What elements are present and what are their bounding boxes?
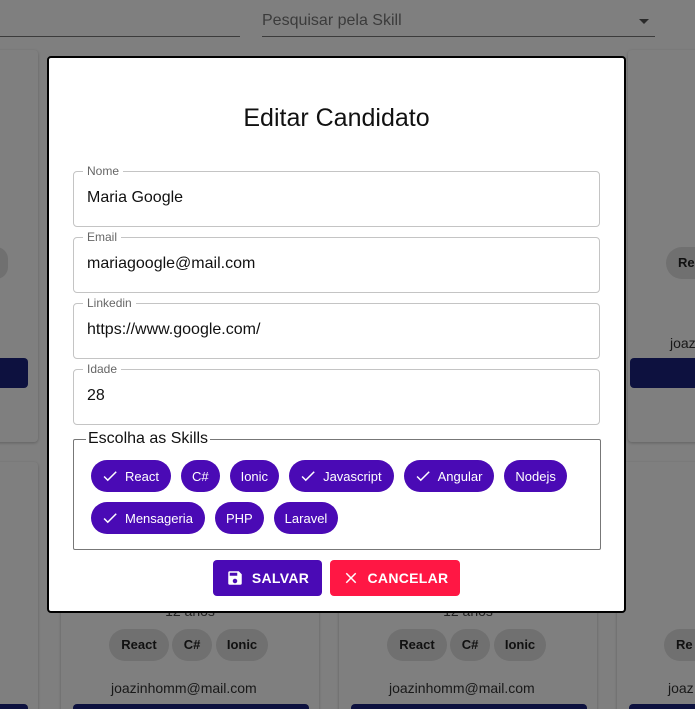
check-icon bbox=[416, 471, 430, 482]
skill-chip-c-[interactable]: C# bbox=[180, 460, 220, 492]
skills-legend: Escolha as Skills bbox=[86, 430, 211, 448]
email-field-label: Email bbox=[83, 230, 122, 244]
skills-chip-group: React C# Ionic Javascript Angular Nodejs Mensa… bbox=[91, 460, 591, 534]
name-field-label: Nome bbox=[83, 164, 124, 178]
edit-candidate-dialog: Editar Candidato Nome Email Linkedin Ida… bbox=[47, 56, 626, 613]
check-icon bbox=[301, 471, 315, 482]
skill-chip-label: Ionic bbox=[240, 468, 269, 484]
skill-chip-php[interactable]: PHP bbox=[214, 502, 264, 534]
linkedin-field[interactable]: Linkedin bbox=[73, 296, 600, 359]
skill-chip-react[interactable]: React bbox=[91, 460, 171, 492]
age-input[interactable] bbox=[87, 387, 587, 405]
skill-chip-label: React bbox=[125, 468, 159, 484]
skill-chip-label: Nodejs bbox=[515, 468, 556, 484]
age-field[interactable]: Idade bbox=[73, 362, 600, 425]
name-field[interactable]: Nome bbox=[73, 164, 600, 227]
linkedin-field-label: Linkedin bbox=[83, 296, 136, 310]
skill-chip-label: PHP bbox=[225, 510, 253, 526]
skills-fieldset: Escolha as Skills React C# Ionic Javascript… bbox=[73, 430, 601, 550]
close-icon bbox=[345, 572, 356, 584]
skill-chip-laravel[interactable]: Laravel bbox=[273, 502, 339, 534]
skill-chip-label: Mensageria bbox=[125, 510, 193, 526]
cancel-button[interactable]: CANCELAR bbox=[330, 560, 460, 596]
check-icon bbox=[103, 471, 117, 482]
save-icon bbox=[228, 571, 242, 585]
skill-chip-ionic[interactable]: Ionic bbox=[229, 460, 280, 492]
linkedin-input[interactable] bbox=[87, 321, 587, 339]
name-input[interactable] bbox=[87, 189, 587, 207]
save-button[interactable]: SALVAR bbox=[213, 560, 322, 596]
skill-chip-nodejs[interactable]: Nodejs bbox=[504, 460, 567, 492]
email-field[interactable]: Email bbox=[73, 230, 600, 293]
dialog-title: Editar Candidato bbox=[243, 104, 430, 132]
check-icon bbox=[103, 513, 117, 524]
skill-chip-label: Laravel bbox=[284, 510, 328, 526]
skill-chip-label: Javascript bbox=[323, 468, 382, 484]
email-input[interactable] bbox=[87, 255, 587, 273]
skill-chip-label: C# bbox=[191, 468, 209, 484]
skill-chip-angular[interactable]: Angular bbox=[403, 460, 495, 492]
cancel-button-label: CANCELAR bbox=[367, 570, 449, 586]
skill-chip-mensageria[interactable]: Mensageria bbox=[91, 502, 205, 534]
skill-chip-label: Angular bbox=[437, 468, 483, 484]
save-button-label: SALVAR bbox=[251, 570, 310, 586]
skill-chip-javascript[interactable]: Javascript bbox=[289, 460, 394, 492]
age-field-label: Idade bbox=[83, 362, 122, 376]
